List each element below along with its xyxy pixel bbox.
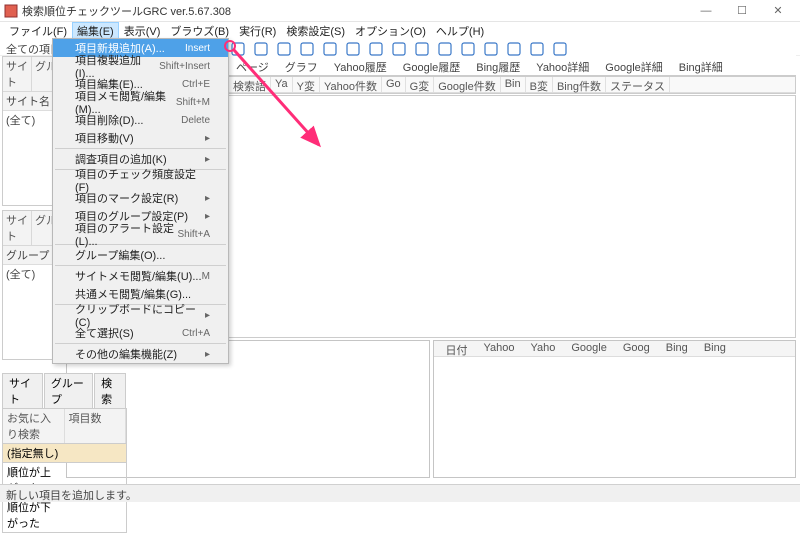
grid-body[interactable] [228,95,796,338]
result-tab[interactable]: グラフ [277,58,326,76]
minimize-button[interactable]: — [688,0,724,22]
column-header[interactable]: 検索語 [229,77,271,92]
fav-tab[interactable]: グループ [44,373,93,408]
edit-menu-item[interactable]: 項目メモ閲覧/編集(M)...Shift+M [53,93,228,111]
chart-column: Yahoo [476,341,523,356]
list2-icon[interactable] [458,40,478,58]
column-header[interactable]: ステータス [606,77,670,92]
edit-menu-item[interactable]: 項目削除(D)...Delete [53,111,228,129]
title-bar: 検索順位チェックツールGRC ver.5.67.308 — ☐ ✕ [0,0,800,22]
result-tab[interactable]: Bing詳細 [671,58,731,76]
toolbar [228,38,796,60]
wifi-icon[interactable] [320,40,340,58]
search-icon[interactable] [527,40,547,58]
grid-icon[interactable] [389,40,409,58]
ab-icon[interactable] [504,40,524,58]
edit-menu-item[interactable]: サイトメモ閲覧/編集(U)...M [53,267,228,285]
chart-column: 日付 [438,341,476,356]
column-header[interactable]: Ya [271,77,293,92]
result-tab[interactable]: Google詳細 [597,58,670,76]
chart-column: Bing [658,341,696,356]
spark-icon[interactable] [274,40,294,58]
chart-icon[interactable] [412,40,432,58]
edit-menu-item[interactable]: 項目移動(V)▸ [53,129,228,147]
column-header[interactable]: B変 [526,77,553,92]
1url-icon[interactable] [435,40,455,58]
column-header[interactable]: G変 [406,77,435,92]
site-icon[interactable] [481,40,501,58]
result-tab[interactable]: Google履歴 [395,58,468,76]
result-tabs: ページグラフYahoo履歴Google履歴Bing履歴Yahoo詳細Google… [228,58,796,76]
chart-column: Google [563,341,614,356]
result-tab[interactable]: Bing履歴 [468,58,528,76]
column-header[interactable]: Yahoo件数 [320,77,382,92]
cloud-icon[interactable] [550,40,570,58]
column-header[interactable]: Bing件数 [553,77,606,92]
fav-tab[interactable]: 検索 [94,373,126,408]
app-icon [4,4,18,18]
edit-menu-item[interactable]: 項目のアラート設定(L)...Shift+A [53,225,228,243]
url-icon[interactable] [366,40,386,58]
column-header[interactable]: Y変 [293,77,320,92]
chart-column: Yaho [523,341,564,356]
chart-column: Goog [615,341,658,356]
result-tab[interactable]: ページ [228,58,277,76]
column-header[interactable]: Google件数 [434,77,500,92]
all-icon[interactable] [228,40,248,58]
edit-menu-dropdown: 項目新規追加(A)...Insert項目複製追加(I)...Shift+Inse… [52,38,229,364]
column-header[interactable]: Bin [501,77,526,92]
window-title: 検索順位チェックツールGRC ver.5.67.308 [22,3,688,19]
chart-column: Bing [696,341,734,356]
edit-menu-item[interactable]: グループ編集(O)... [53,246,228,264]
status-bar: 新しい項目を追加します。 [0,484,800,502]
fav-tab[interactable]: サイト [2,373,43,408]
grid-header: 検索語YaY変Yahoo件数GoG変Google件数BinB変Bing件数ステー… [228,76,796,94]
edit-menu-item[interactable]: 項目複製追加(I)...Shift+Insert [53,57,228,75]
crown-icon[interactable] [251,40,271,58]
edit-menu-item[interactable]: 項目のチェック頻度設定(F) [53,171,228,189]
result-tab[interactable]: Yahoo詳細 [528,58,597,76]
star-icon[interactable] [297,40,317,58]
favorites-panel[interactable]: サイトグループ検索 お気に入り検索項目数 (指定無し) 順位が上がった 順位が下… [2,373,127,533]
edit-menu-item[interactable]: その他の編集機能(Z)▸ [53,345,228,363]
edit-menu-item[interactable]: クリップボードにコピー(C)▸ [53,306,228,324]
column-header[interactable]: Go [382,77,406,92]
chart-data-pane[interactable]: 日付YahooYahoGoogleGoogBingBing [433,340,797,478]
list-icon[interactable] [343,40,363,58]
result-tab[interactable]: Yahoo履歴 [326,58,395,76]
close-button[interactable]: ✕ [760,0,796,22]
maximize-button[interactable]: ☐ [724,0,760,22]
